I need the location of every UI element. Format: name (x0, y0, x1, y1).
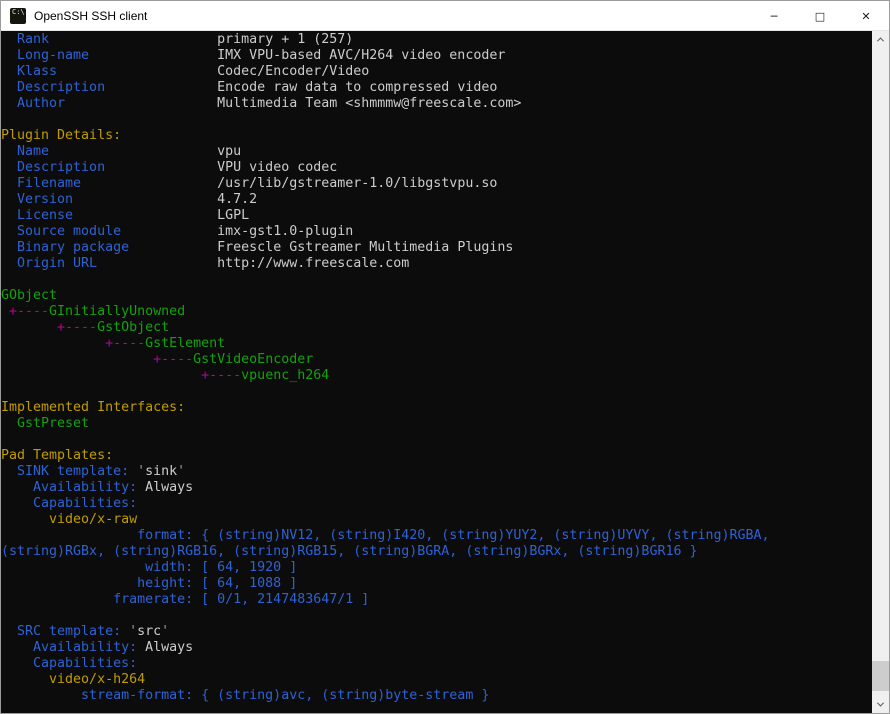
scroll-down-button[interactable] (872, 696, 889, 713)
terminal-line: framerate: [ 0/1, 2147483647/1 ] (1, 592, 872, 608)
terminal-line (1, 272, 872, 288)
terminal-line: License LGPL (1, 208, 872, 224)
chevron-up-icon (877, 37, 884, 44)
close-icon: ✕ (861, 10, 870, 23)
terminal-line: Description VPU video codec (1, 160, 872, 176)
terminal-line: Rank primary + 1 (257) (1, 32, 872, 48)
terminal-line: +----GstVideoEncoder (1, 352, 872, 368)
terminal-line: +----GstElement (1, 336, 872, 352)
terminal-line: video/x-raw (1, 512, 872, 528)
terminal-line: Filename /usr/lib/gstreamer-1.0/libgstvp… (1, 176, 872, 192)
terminal-line: height: [ 64, 1088 ] (1, 576, 872, 592)
terminal-line: Klass Codec/Encoder/Video (1, 64, 872, 80)
terminal-line (1, 384, 872, 400)
maximize-button[interactable]: □ (797, 1, 843, 31)
terminal-line: Binary package Freescle Gstreamer Multim… (1, 240, 872, 256)
scroll-up-button[interactable] (872, 31, 889, 48)
terminal-line (1, 432, 872, 448)
terminal-line: GstPreset (1, 416, 872, 432)
terminal-line: Availability: Always (1, 640, 872, 656)
terminal-line: Description Encode raw data to compresse… (1, 80, 872, 96)
terminal-line: Author Multimedia Team <shmmmw@freescale… (1, 96, 872, 112)
terminal-window: C:\ OpenSSH SSH client ─ □ ✕ Rank primar… (0, 0, 890, 714)
scrollbar-thumb[interactable] (872, 661, 889, 691)
minimize-button[interactable]: ─ (751, 1, 797, 31)
terminal-line: format: { (string)NV12, (string)I420, (s… (1, 528, 872, 544)
chevron-down-icon (877, 700, 884, 707)
terminal-line: +----vpuenc_h264 (1, 368, 872, 384)
terminal-line: +----GInitiallyUnowned (1, 304, 872, 320)
title-bar: C:\ OpenSSH SSH client ─ □ ✕ (1, 1, 889, 31)
terminal-line: Implemented Interfaces: (1, 400, 872, 416)
terminal-line: Plugin Details: (1, 128, 872, 144)
terminal-line: Origin URL http://www.freescale.com (1, 256, 872, 272)
terminal-output[interactable]: Rank primary + 1 (257) Long-name IMX VPU… (1, 31, 872, 713)
terminal-line: stream-format: { (string)avc, (string)by… (1, 688, 872, 704)
terminal-line: Availability: Always (1, 480, 872, 496)
terminal-line: video/x-h264 (1, 672, 872, 688)
terminal-line (1, 608, 872, 624)
terminal-line: (string)RGBx, (string)RGB16, (string)RGB… (1, 544, 872, 560)
terminal-line (1, 112, 872, 128)
scrollbar[interactable] (872, 31, 889, 713)
console-app-icon: C:\ (10, 8, 26, 24)
window-controls: ─ □ ✕ (751, 1, 889, 30)
terminal-line: GObject (1, 288, 872, 304)
terminal-line: width: [ 64, 1920 ] (1, 560, 872, 576)
terminal-line: Capabilities: (1, 656, 872, 672)
terminal-line: Source module imx-gst1.0-plugin (1, 224, 872, 240)
close-button[interactable]: ✕ (843, 1, 889, 31)
terminal-line: Pad Templates: (1, 448, 872, 464)
terminal-line: +----GstObject (1, 320, 872, 336)
minimize-icon: ─ (771, 10, 778, 23)
terminal-line: Long-name IMX VPU-based AVC/H264 video e… (1, 48, 872, 64)
terminal-line: Version 4.7.2 (1, 192, 872, 208)
terminal-line: SINK template: 'sink' (1, 464, 872, 480)
terminal-line: Capabilities: (1, 496, 872, 512)
terminal-line: SRC template: 'src' (1, 624, 872, 640)
window-title: OpenSSH SSH client (34, 9, 147, 23)
terminal-line: Name vpu (1, 144, 872, 160)
maximize-icon: □ (815, 10, 825, 23)
